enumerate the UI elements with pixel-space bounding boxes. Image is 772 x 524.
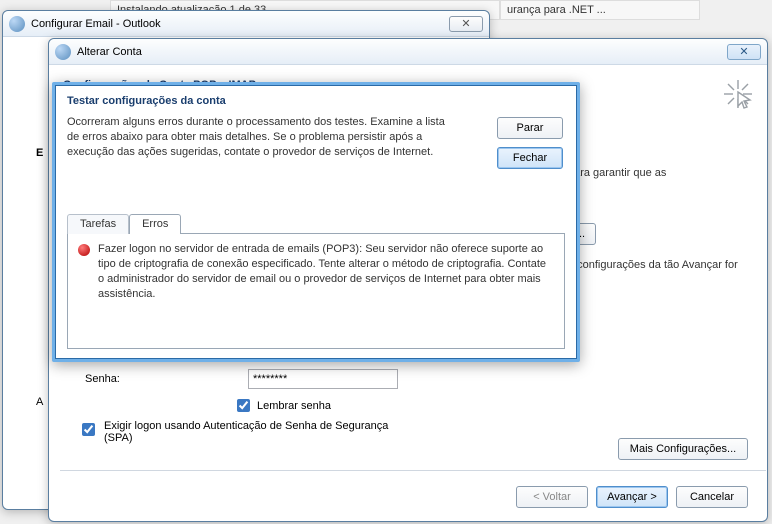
wizard-buttons: < Voltar Avançar > Cancelar (516, 486, 748, 508)
cursor-icon (722, 78, 754, 110)
partial-label-e: E (36, 147, 43, 159)
titlebar-alterar[interactable]: Alterar Conta ✕ (49, 39, 767, 65)
close-icon: ✕ (461, 17, 470, 30)
next-button[interactable]: Avançar > (596, 486, 668, 508)
partial-label-a: A (36, 396, 43, 408)
tab-panel-errors: Fazer logon no servidor de entrada de em… (67, 233, 565, 349)
dialog-message: Ocorreram alguns erros durante o process… (67, 115, 457, 160)
dialog-title: Testar configurações da conta (67, 95, 565, 107)
close-icon: ✕ (739, 45, 748, 58)
error-item: Fazer logon no servidor de entrada de em… (78, 242, 554, 301)
tab-tasks[interactable]: Tarefas (67, 214, 129, 234)
app-icon (55, 44, 71, 60)
divider (60, 470, 766, 471)
app-icon (9, 16, 25, 32)
password-label: Senha: (85, 373, 120, 385)
test-settings-dialog: Testar configurações da conta Ocorreram … (52, 82, 580, 362)
close-button-alterar[interactable]: ✕ (727, 44, 761, 60)
remember-password-checkbox[interactable] (237, 399, 250, 412)
window-title-alterar: Alterar Conta (77, 46, 727, 58)
stop-button[interactable]: Parar (497, 117, 563, 139)
password-input[interactable] (248, 369, 398, 389)
close-dialog-button[interactable]: Fechar (497, 147, 563, 169)
titlebar-configurar[interactable]: Configurar Email - Outlook ✕ (3, 11, 489, 37)
back-button[interactable]: < Voltar (516, 486, 588, 508)
remember-password-label: Lembrar senha (257, 400, 331, 412)
more-settings-button[interactable]: Mais Configurações... (618, 438, 748, 460)
close-button-configurar[interactable]: ✕ (449, 16, 483, 32)
remember-password[interactable]: Lembrar senha (233, 396, 331, 415)
spa-option[interactable]: Exigir logon usando Autenticação de Senh… (78, 420, 418, 444)
spa-label: Exigir logon usando Autenticação de Senh… (104, 420, 418, 444)
tab-errors[interactable]: Erros (129, 214, 181, 234)
bg-security-strip: urança para .NET ... (500, 0, 700, 20)
dialog-tabs: Tarefas Erros Fazer logon no servidor de… (67, 213, 565, 349)
cancel-button[interactable]: Cancelar (676, 486, 748, 508)
error-icon (78, 244, 90, 256)
error-text: Fazer logon no servidor de entrada de em… (98, 242, 554, 301)
spa-checkbox[interactable] (82, 423, 95, 436)
window-title-configurar: Configurar Email - Outlook (31, 18, 449, 30)
